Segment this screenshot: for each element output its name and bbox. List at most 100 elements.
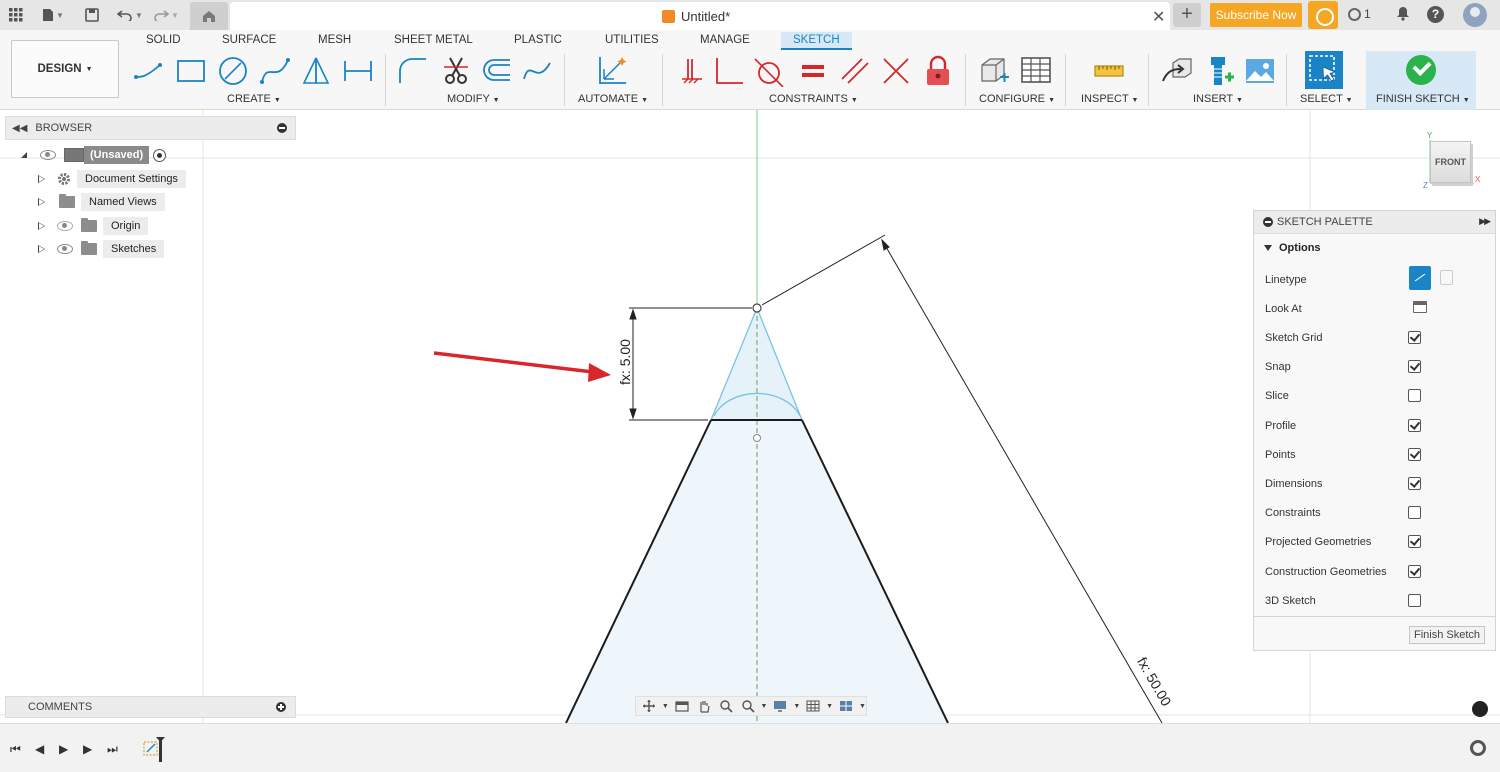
tab-utilities[interactable]: UTILITIES <box>605 34 659 46</box>
home-icon[interactable] <box>190 2 228 30</box>
browser-item-named-views[interactable]: Named Views <box>38 192 165 212</box>
constraints-checkbox[interactable] <box>1408 506 1421 519</box>
hidden-eye-icon[interactable] <box>57 221 73 231</box>
create-group-label[interactable]: CREATE ▼ <box>227 93 281 105</box>
centerline-linetype-icon[interactable] <box>1440 270 1453 285</box>
line-tool-icon[interactable] <box>132 55 164 87</box>
view-cube[interactable]: FRONT <box>1430 141 1471 183</box>
display-settings-icon[interactable] <box>771 698 789 714</box>
configure-box-icon[interactable] <box>978 55 1010 87</box>
tab-manage[interactable]: MANAGE <box>700 34 750 46</box>
step-forward-icon[interactable]: ▶ <box>83 742 92 756</box>
zoom-icon[interactable] <box>717 698 735 714</box>
insert-group-label[interactable]: INSERT ▼ <box>1193 93 1243 105</box>
orbit-icon[interactable] <box>640 698 658 714</box>
sketch-grid-checkbox[interactable] <box>1408 331 1421 344</box>
step-back-icon[interactable]: ◀ <box>35 742 44 756</box>
expand-arrow-icon[interactable] <box>38 198 45 206</box>
tab-sheet-metal[interactable]: SHEET METAL <box>394 34 473 46</box>
browser-item-document-settings[interactable]: Document Settings <box>38 169 186 189</box>
sketch-palette-header[interactable]: SKETCH PALETTE ▶▶ <box>1254 211 1495 234</box>
viewports-icon[interactable] <box>837 698 855 714</box>
tab-solid[interactable]: SOLID <box>146 34 181 46</box>
visibility-eye-icon[interactable] <box>57 244 73 254</box>
palette-expand-icon[interactable]: ▶▶ <box>1479 216 1491 227</box>
parallel-constraint-icon[interactable] <box>838 55 870 87</box>
expanded-arrow-icon[interactable] <box>20 151 28 159</box>
lock-constraint-icon[interactable] <box>922 55 954 87</box>
activate-radio-icon[interactable] <box>153 148 167 162</box>
offset-tool-icon[interactable] <box>481 55 513 87</box>
redo-icon[interactable]: ▼ <box>152 5 180 25</box>
measure-icon[interactable] <box>1093 55 1125 87</box>
3d-sketch-checkbox[interactable] <box>1408 594 1421 607</box>
circle-tool-icon[interactable] <box>217 55 249 87</box>
snap-checkbox[interactable] <box>1408 360 1421 373</box>
timeline-sketch-marker[interactable] <box>143 734 167 764</box>
constraints-group-label[interactable]: CONSTRAINTS ▼ <box>769 93 858 105</box>
look-at-nav-icon[interactable] <box>673 698 691 714</box>
section-collapse-icon[interactable] <box>1264 245 1272 251</box>
browser-root-item[interactable]: (Unsaved) <box>20 145 167 165</box>
feedback-icon[interactable] <box>1472 701 1488 717</box>
extensions-icon[interactable] <box>1308 1 1338 29</box>
spline-tool-icon[interactable] <box>259 55 291 87</box>
trim-scissors-icon[interactable] <box>440 55 472 87</box>
equal-constraint-icon[interactable] <box>797 55 829 87</box>
grid-settings-icon[interactable] <box>804 698 822 714</box>
dimension-small-text[interactable]: fx: 5.00 <box>617 339 633 385</box>
center-point[interactable] <box>753 434 761 442</box>
fillet-tool-icon[interactable] <box>397 55 429 87</box>
comments-panel-header[interactable]: COMMENTS <box>5 696 296 718</box>
collinear-constraint-icon[interactable] <box>880 55 912 87</box>
add-comment-icon[interactable] <box>276 702 286 712</box>
select-tool-icon[interactable] <box>1305 51 1343 89</box>
insert-mcmaster-icon[interactable] <box>1203 55 1235 87</box>
tab-plastic[interactable]: PLASTIC <box>514 34 562 46</box>
expand-arrow-icon[interactable] <box>38 222 45 230</box>
go-to-end-icon[interactable]: ⏭ <box>107 742 118 757</box>
browser-item-origin[interactable]: Origin <box>38 216 149 236</box>
go-to-start-icon[interactable]: ⏮ <box>10 742 21 757</box>
inspect-group-label[interactable]: INSPECT ▼ <box>1081 93 1138 105</box>
tab-sketch[interactable]: SKETCH <box>781 32 852 50</box>
apex-point[interactable] <box>752 303 762 313</box>
collapse-panel-icon[interactable]: ◀◀ <box>12 123 27 134</box>
notifications-icon[interactable] <box>1396 6 1410 21</box>
file-menu-icon[interactable]: ▼ <box>40 5 66 25</box>
finish-sketch-button[interactable]: FINISH SKETCH ▼ <box>1366 51 1476 110</box>
app-grid-icon[interactable] <box>8 5 24 25</box>
slice-checkbox[interactable] <box>1408 389 1421 402</box>
construction-linetype-icon[interactable] <box>1409 266 1431 290</box>
new-tab-button[interactable]: + <box>1173 3 1201 27</box>
palette-finish-sketch-button[interactable]: Finish Sketch <box>1408 626 1485 644</box>
tab-mesh[interactable]: MESH <box>318 34 351 46</box>
undo-icon[interactable]: ▼ <box>116 5 144 25</box>
rectangle-tool-icon[interactable] <box>175 55 207 87</box>
palette-collapse-icon[interactable] <box>1263 217 1273 227</box>
job-status[interactable]: 1 <box>1348 7 1371 21</box>
expand-arrow-icon[interactable] <box>38 245 45 253</box>
browser-item-sketches[interactable]: Sketches <box>38 239 165 259</box>
help-icon[interactable]: ? <box>1427 6 1444 23</box>
workspace-switcher[interactable]: DESIGN ▼ <box>11 40 119 98</box>
modify-group-label[interactable]: MODIFY ▼ <box>447 93 500 105</box>
projected-geometries-checkbox[interactable] <box>1408 535 1421 548</box>
automate-tool-icon[interactable] <box>596 55 628 87</box>
save-icon[interactable] <box>84 5 100 25</box>
zoom-window-icon[interactable] <box>739 698 757 714</box>
options-section-header[interactable]: Options <box>1254 234 1495 262</box>
curve-tool-icon[interactable] <box>521 55 553 87</box>
browser-panel-header[interactable]: ◀◀ BROWSER <box>5 116 296 140</box>
play-icon[interactable]: ▶ <box>59 742 68 756</box>
dimensions-checkbox[interactable] <box>1408 477 1421 490</box>
browser-collapse-icon[interactable] <box>277 123 287 133</box>
configure-group-label[interactable]: CONFIGURE ▼ <box>979 93 1055 105</box>
dimension-large-text[interactable]: fx: 50.00 <box>1134 654 1175 709</box>
perpendicular-constraint-icon[interactable] <box>713 55 745 87</box>
expand-arrow-icon[interactable] <box>38 175 45 183</box>
fix-constraint-icon[interactable] <box>676 55 708 87</box>
close-tab-icon[interactable]: ✕ <box>1152 7 1165 27</box>
tab-surface[interactable]: SURFACE <box>222 34 276 46</box>
points-checkbox[interactable] <box>1408 448 1421 461</box>
